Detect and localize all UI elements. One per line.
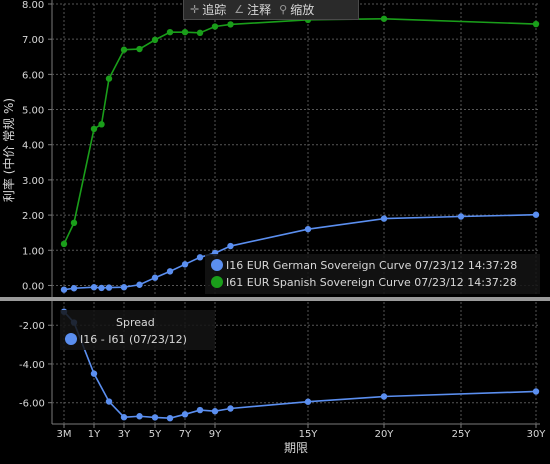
track-label: 追踪 [202,3,227,17]
y-tick-label: -6.00 [19,399,45,410]
german-series-point [227,242,234,250]
spanish-series-point [181,28,189,36]
magnifier-icon: ⚲ [279,3,288,16]
spanish-series-point [211,23,219,30]
spanish-legend-label: I61 EUR Spanish Sovereign Curve 07/23/12… [226,276,517,289]
x-tick-label: 3M [57,429,72,440]
x-axis-title: 期限 [284,441,308,455]
german-series-point [457,213,465,220]
yield-curve-chart: 0.00 1.00 2.00 3.00 4.00 5.00 6.00 7.00 8.00 -2.0… [0,0,550,460]
german-series-point [151,274,159,281]
german-legend-marker [211,259,223,271]
crosshair-icon: ✛ [190,3,200,16]
spread-series-point [227,405,234,412]
spanish-series-line [63,17,537,245]
german-series-point [105,284,113,291]
chart-canvas: 0.00 1.00 2.00 3.00 4.00 5.00 6.00 7.00 8.00 -2.0… [0,0,550,455]
x-tick-label: 7Y [179,429,192,440]
zoom-label: 缩放 [290,3,315,17]
y-tick-label: 0.00 [22,281,44,292]
german-series-point [136,281,143,288]
x-tick-label: 3Y [118,429,131,440]
x-tick-label: 30Y [527,429,547,440]
german-series-point [532,211,540,218]
y-tick-label: 6.00 [22,70,44,81]
y-tick-label: 3.00 [22,176,44,187]
spread-legend-title: Spread [116,316,155,329]
pencil-icon: ∠ [234,3,245,16]
spanish-series-point [532,20,540,28]
panel-divider [0,297,550,301]
spanish-series-point [166,28,174,36]
spanish-legend-marker [211,276,223,288]
spanish-series-point [90,125,98,133]
spread-legend-marker [65,333,77,345]
y-tick-label: 8.00 [22,0,44,11]
german-series-point [60,286,68,293]
spread-series-point [380,393,388,400]
spanish-series-point [151,36,159,44]
spread-series-point [151,414,159,421]
spanish-series-point [98,121,105,128]
german-series-point [380,215,388,222]
spanish-series-point [136,45,143,53]
y-tick-label: 5.00 [22,106,44,117]
x-tick-label: 15Y [299,429,319,440]
spanish-series-point [105,75,113,82]
german-legend-label: I16 EUR German Sovereign Curve 07/23/12 … [226,259,517,272]
spread-series-point [120,414,128,421]
german-series-point [181,261,189,268]
y-tick-label: 2.00 [22,211,44,222]
y-tick-label: 4.00 [22,141,44,152]
spanish-series-point [60,240,68,248]
spanish-series-point [196,29,204,37]
y-tick-label: -4.00 [19,360,45,371]
y-tick-label: -2.00 [19,321,45,332]
german-series-point [196,254,204,261]
chart-toolbar: ✛ 追踪 ∠ 注释 ⚲ 缩放 [183,0,359,20]
y-tick-label: 7.00 [22,35,44,46]
spanish-series-point [70,219,78,227]
spread-series-point [211,408,219,415]
german-series-point [70,285,78,292]
german-series-point [98,284,105,292]
zoom-button[interactable]: ⚲ 缩放 [279,1,314,18]
spread-series-point [304,398,312,405]
spread-series-point [181,411,189,418]
spanish-series-point [227,21,234,28]
spread-series-point [105,398,113,405]
german-series-point [120,284,128,291]
annotate-button[interactable]: ∠ 注释 [234,1,271,18]
y-axis-title: 利率 (中价 常规 %) [1,98,16,202]
annotate-label: 注释 [247,3,272,17]
x-tick-label: 1Y [88,429,101,440]
spread-series-point [136,413,143,420]
spread-legend-label: I16 - I61 (07/23/12) [80,333,187,346]
spread-series-point [196,406,204,414]
spread-series-point [90,370,98,377]
german-series-point [166,268,174,275]
x-tick-label: 9Y [209,429,222,440]
spanish-series-point [380,15,388,22]
german-series-point [304,225,312,233]
x-tick-label: 5Y [149,429,162,440]
spread-series-point [532,388,540,395]
x-tick-label: 20Y [375,429,395,440]
spread-series-point [166,414,174,422]
x-tick-label: 25Y [452,429,472,440]
spanish-series-point [120,46,128,53]
german-series-point [90,284,98,291]
y-tick-label: 1.00 [22,246,44,257]
track-button[interactable]: ✛ 追踪 [190,1,226,18]
